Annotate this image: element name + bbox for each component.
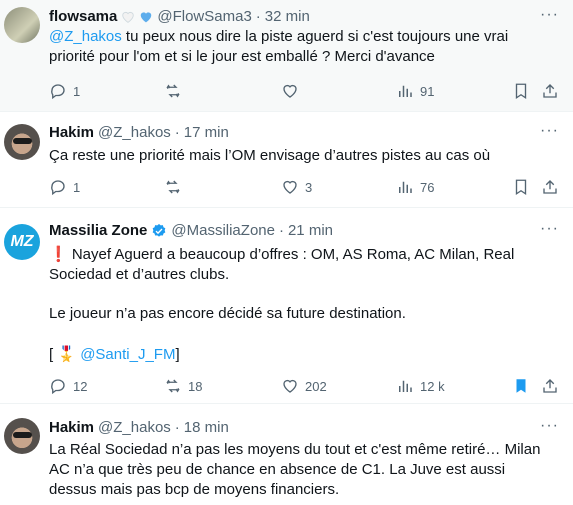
views-chart-icon (399, 85, 412, 97)
reply-icon (51, 84, 65, 100)
separator-dot: · (278, 222, 284, 239)
author-handle[interactable]: @MassiliaZone (171, 222, 275, 239)
views-count: 12 k (420, 378, 445, 394)
views-button[interactable]: 91 (396, 81, 434, 101)
tweet-credit: [ 🎖️ @Santi_J_FM] (49, 345, 554, 365)
views-count: 76 (420, 179, 435, 195)
tweet-text-line2: Le joueur n’a pas encore décidé sa futur… (49, 305, 406, 322)
tweet-actions: 1 3 76 (49, 177, 559, 197)
tweet-text: @Z_hakos tu peux nous dire la piste ague… (49, 27, 554, 67)
views-button[interactable]: 76 (396, 177, 434, 197)
reply-count: 1 (73, 83, 81, 99)
tweet-text: Ça reste une priorité mais l’OM envisage… (49, 147, 491, 164)
separator-dot: · (255, 8, 261, 25)
reply-button[interactable]: 1 (49, 177, 80, 197)
like-button[interactable] (281, 81, 305, 101)
author-name[interactable]: flowsama (49, 8, 117, 25)
views-count: 91 (420, 83, 435, 99)
like-count: 202 (305, 378, 327, 394)
author-name[interactable]: Hakim (49, 124, 94, 141)
verified-badge-icon[interactable] (151, 223, 167, 239)
reply-icon (51, 379, 65, 395)
separator-dot: · (174, 124, 180, 141)
reply-count: 1 (73, 179, 81, 195)
mention-link[interactable]: @Santi_J_FM (80, 346, 175, 363)
author-name[interactable]: Hakim (49, 419, 94, 436)
tweet-header: Hakim @Z_hakos · 18 min (49, 419, 229, 436)
heart-icon (283, 180, 297, 194)
retweet-count: 18 (188, 378, 203, 394)
heart-icon (283, 84, 297, 98)
tweet-header: flowsama @FlowSama3 · 32 min (49, 8, 310, 25)
bookmark-button[interactable] (512, 177, 530, 197)
views-chart-icon (399, 380, 412, 392)
author-handle[interactable]: @FlowSama3 (157, 8, 251, 25)
avatar[interactable] (4, 418, 40, 454)
bookmark-icon (515, 179, 527, 196)
bookmark-filled-icon (516, 379, 526, 393)
bookmark-icon (515, 83, 527, 100)
tweet-flowsama[interactable]: flowsama @FlowSama3 · 32 min ··· @Z_hako… (0, 0, 573, 112)
more-options-icon[interactable]: ··· (540, 220, 559, 238)
bookmark-button[interactable] (512, 376, 530, 396)
views-button[interactable]: 12 k (396, 376, 445, 396)
reply-count: 12 (73, 378, 88, 394)
heart-icon (283, 379, 297, 393)
tweet-actions: 12 18 202 12 k (49, 376, 559, 396)
views-chart-icon (399, 181, 412, 193)
retweet-button[interactable]: 18 (164, 376, 202, 396)
credit-close: ] (175, 346, 180, 363)
tweet-header: Hakim @Z_hakos · 17 min (49, 124, 229, 141)
retweet-icon (166, 84, 180, 98)
more-options-icon[interactable]: ··· (540, 417, 559, 435)
more-options-icon[interactable]: ··· (540, 6, 559, 24)
retweet-button[interactable] (164, 81, 188, 101)
share-icon (543, 180, 557, 194)
mention-link[interactable]: @Z_hakos (49, 28, 122, 45)
author-handle[interactable]: @Z_hakos (98, 124, 171, 141)
tweet-time[interactable]: 21 min (288, 222, 333, 239)
reply-icon (51, 180, 65, 196)
tweet-massilia-zone[interactable]: MZ Massilia Zone @MassiliaZone · 21 min … (0, 208, 573, 404)
like-button[interactable]: 202 (281, 376, 327, 396)
tweet-actions: 1 91 (49, 81, 559, 101)
share-icon (543, 379, 557, 393)
avatar[interactable]: MZ (4, 224, 40, 260)
blue-heart-icon (141, 12, 152, 23)
share-icon (543, 84, 557, 98)
retweet-icon (166, 379, 180, 393)
author-handle[interactable]: @Z_hakos (98, 419, 171, 436)
reply-button[interactable]: 1 (49, 81, 80, 101)
more-options-icon[interactable]: ··· (540, 122, 559, 140)
avatar[interactable] (4, 124, 40, 160)
tweet-time[interactable]: 32 min (265, 8, 310, 25)
tweet-time[interactable]: 18 min (184, 419, 229, 436)
author-name[interactable]: Massilia Zone (49, 222, 147, 239)
share-button[interactable] (541, 81, 559, 101)
white-heart-icon (122, 11, 135, 23)
retweet-button[interactable] (164, 177, 188, 197)
tweet-hakim-1[interactable]: Hakim @Z_hakos · 17 min ··· Ça reste une… (0, 112, 573, 208)
bookmark-button[interactable] (512, 81, 530, 101)
like-count: 3 (305, 179, 313, 195)
tweet-text: La Réal Sociedad n’a pas les moyens du t… (49, 441, 541, 498)
retweet-icon (166, 180, 180, 194)
share-button[interactable] (541, 376, 559, 396)
tweet-hakim-2[interactable]: Hakim @Z_hakos · 18 min ··· La Réal Soci… (0, 404, 573, 505)
reply-button[interactable]: 12 (49, 376, 87, 396)
like-button[interactable]: 3 (281, 177, 312, 197)
medal-emoji: 🎖️ (57, 346, 81, 363)
tweet-header: Massilia Zone @MassiliaZone · 21 min (49, 222, 333, 239)
tweet-time[interactable]: 17 min (184, 124, 229, 141)
tweet-text-line1: ❗ Nayef Aguerd a beaucoup d’offres : OM,… (49, 246, 515, 283)
avatar[interactable] (4, 7, 40, 43)
separator-dot: · (174, 419, 180, 436)
share-button[interactable] (541, 177, 559, 197)
